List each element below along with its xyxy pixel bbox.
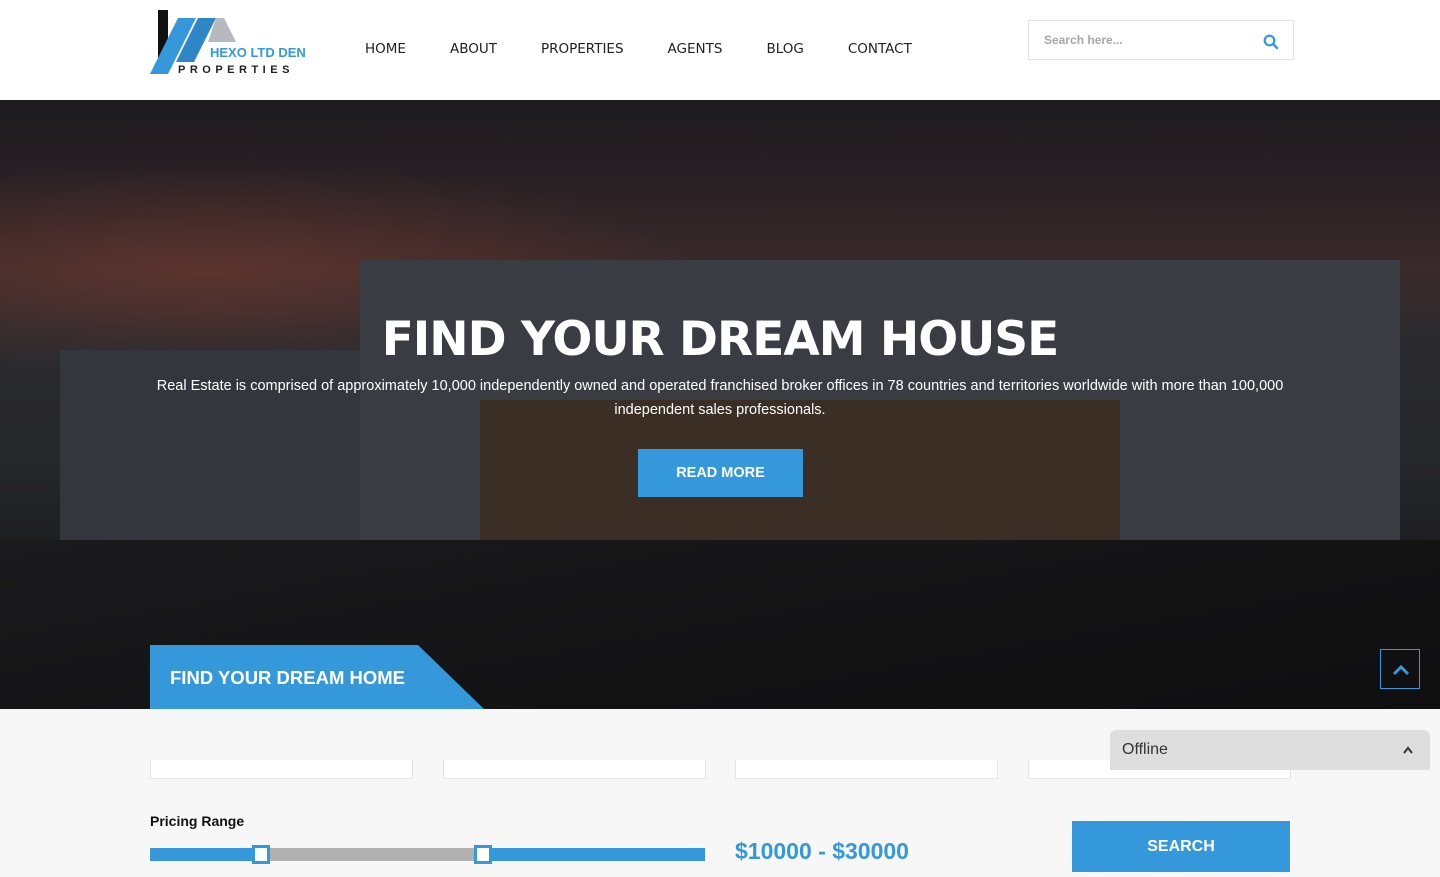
- find-dream-home-label: FIND YOUR DREAM HOME: [170, 667, 406, 688]
- search-button[interactable]: SEARCH: [1072, 821, 1290, 872]
- read-more-button[interactable]: READ MORE: [638, 449, 803, 497]
- back-to-top-button[interactable]: [1380, 649, 1420, 689]
- slider-min-handle[interactable]: [252, 845, 270, 864]
- search-field-2[interactable]: [443, 760, 706, 779]
- slider-selected-range: [261, 848, 483, 861]
- site-header: HEXO LTD DEN PROPERTIES HOME ABOUT PROPE…: [0, 0, 1440, 100]
- hero-title: FIND YOUR DREAM HOUSE: [381, 312, 1060, 367]
- search-field-3[interactable]: [735, 760, 998, 779]
- nav-properties[interactable]: PROPERTIES: [541, 41, 624, 57]
- pricing-range-label: Pricing Range: [150, 813, 245, 829]
- header-search: [1028, 20, 1294, 60]
- search-field-1[interactable]: [150, 760, 413, 779]
- nav-agents[interactable]: AGENTS: [668, 41, 723, 57]
- slider-max-handle[interactable]: [474, 845, 492, 864]
- nav-blog[interactable]: BLOG: [766, 41, 803, 57]
- logo[interactable]: HEXO LTD DEN PROPERTIES: [150, 10, 310, 76]
- nav-home[interactable]: HOME: [365, 41, 406, 57]
- search-input[interactable]: [1044, 30, 1244, 50]
- main-nav: HOME ABOUT PROPERTIES AGENTS BLOG CONTAC…: [365, 41, 956, 57]
- chat-status: Offline: [1122, 741, 1168, 758]
- nav-contact[interactable]: CONTACT: [848, 41, 912, 57]
- chevron-up-icon: [1392, 664, 1410, 676]
- price-range-value: $10000 - $30000: [735, 838, 909, 864]
- search-icon[interactable]: [1263, 34, 1279, 50]
- chat-widget[interactable]: Offline: [1110, 730, 1430, 770]
- brand-name: HEXO LTD DEN: [210, 45, 306, 60]
- hero-description: Real Estate is comprised of approximatel…: [156, 378, 1284, 418]
- brand-tagline: PROPERTIES: [178, 64, 294, 76]
- nav-about[interactable]: ABOUT: [450, 41, 497, 57]
- hero-banner: FIND YOUR DREAM HOUSE Real Estate is com…: [0, 100, 1440, 709]
- chevron-up-icon[interactable]: [1402, 745, 1414, 755]
- price-range-slider[interactable]: [150, 845, 705, 864]
